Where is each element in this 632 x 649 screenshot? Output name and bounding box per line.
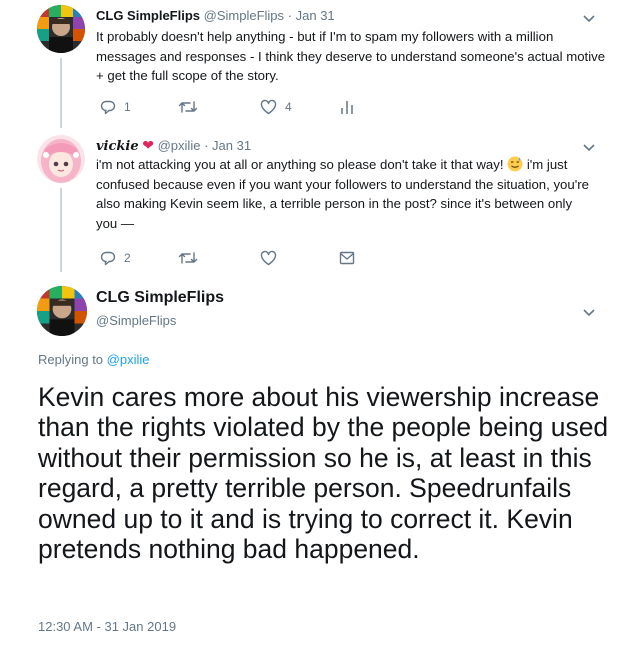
author-name[interactable]: CLG SimpleFlips <box>96 8 200 23</box>
heart-icon <box>260 250 277 266</box>
heart-emoji-icon: ❤ <box>142 137 154 153</box>
tweet-text: i'm not attacking you at all or anything… <box>96 155 594 233</box>
analytics-button[interactable] <box>340 97 354 117</box>
sweat-smile-emoji-icon <box>507 156 523 172</box>
tweet-text-part: i'm not attacking you at all or anything… <box>96 157 508 172</box>
chevron-down-icon[interactable] <box>582 305 596 317</box>
separator: · <box>204 138 209 153</box>
tweet-actions: 1 4 <box>100 97 360 117</box>
tweet-item[interactable]: vickie ❤ @pxilie · Jan 31 i'm not attack… <box>0 128 632 278</box>
tweet-actions: 2 <box>100 248 360 268</box>
tweet-item[interactable]: CLG SimpleFlips @SimpleFlips · Jan 31 It… <box>0 0 632 122</box>
like-button[interactable] <box>260 248 285 268</box>
heart-icon <box>260 99 277 115</box>
like-button[interactable]: 4 <box>260 97 292 117</box>
author-handle[interactable]: @SimpleFlips <box>204 8 284 23</box>
chevron-down-icon[interactable] <box>582 140 596 152</box>
reply-icon <box>100 100 116 115</box>
reply-icon <box>100 251 116 266</box>
retweet-icon <box>178 252 198 264</box>
tweet-timestamp[interactable]: 12:30 AM - 31 Jan 2019 <box>38 619 176 634</box>
tweet-date[interactable]: Jan 31 <box>212 138 251 153</box>
replying-to: Replying to @pxilie <box>38 352 150 367</box>
like-count: 4 <box>285 100 292 114</box>
reply-button[interactable]: 1 <box>100 97 131 117</box>
author-handle[interactable]: @SimpleFlips <box>96 313 176 328</box>
reply-button[interactable]: 2 <box>100 248 131 268</box>
separator: · <box>287 8 292 23</box>
tweet-text: It probably doesn't help anything - but … <box>96 29 606 83</box>
analytics-icon <box>341 101 353 114</box>
dm-button[interactable] <box>339 248 355 268</box>
avatar[interactable] <box>37 5 85 53</box>
replying-to-label: Replying to <box>38 352 104 367</box>
envelope-icon <box>339 251 355 265</box>
author-name[interactable]: vickie <box>96 139 139 154</box>
reply-count: 1 <box>124 100 131 114</box>
tweet-header: vickie ❤ @pxilie · Jan 31 <box>96 137 251 155</box>
author-name[interactable]: CLG SimpleFlips <box>96 289 224 307</box>
author-handle[interactable]: @pxilie <box>158 138 201 153</box>
retweet-button[interactable] <box>178 97 206 117</box>
tweet-date[interactable]: Jan 31 <box>296 8 335 23</box>
avatar[interactable] <box>37 286 87 336</box>
tweet-text: Kevin cares more about his viewership in… <box>38 382 609 565</box>
chevron-down-icon[interactable] <box>582 11 596 23</box>
retweet-button[interactable] <box>178 248 206 268</box>
reply-count: 2 <box>124 251 131 265</box>
avatar[interactable] <box>37 135 85 183</box>
mention-link[interactable]: @pxilie <box>107 352 150 367</box>
retweet-icon <box>178 101 198 113</box>
tweet-header: CLG SimpleFlips @SimpleFlips · Jan 31 <box>96 8 335 24</box>
